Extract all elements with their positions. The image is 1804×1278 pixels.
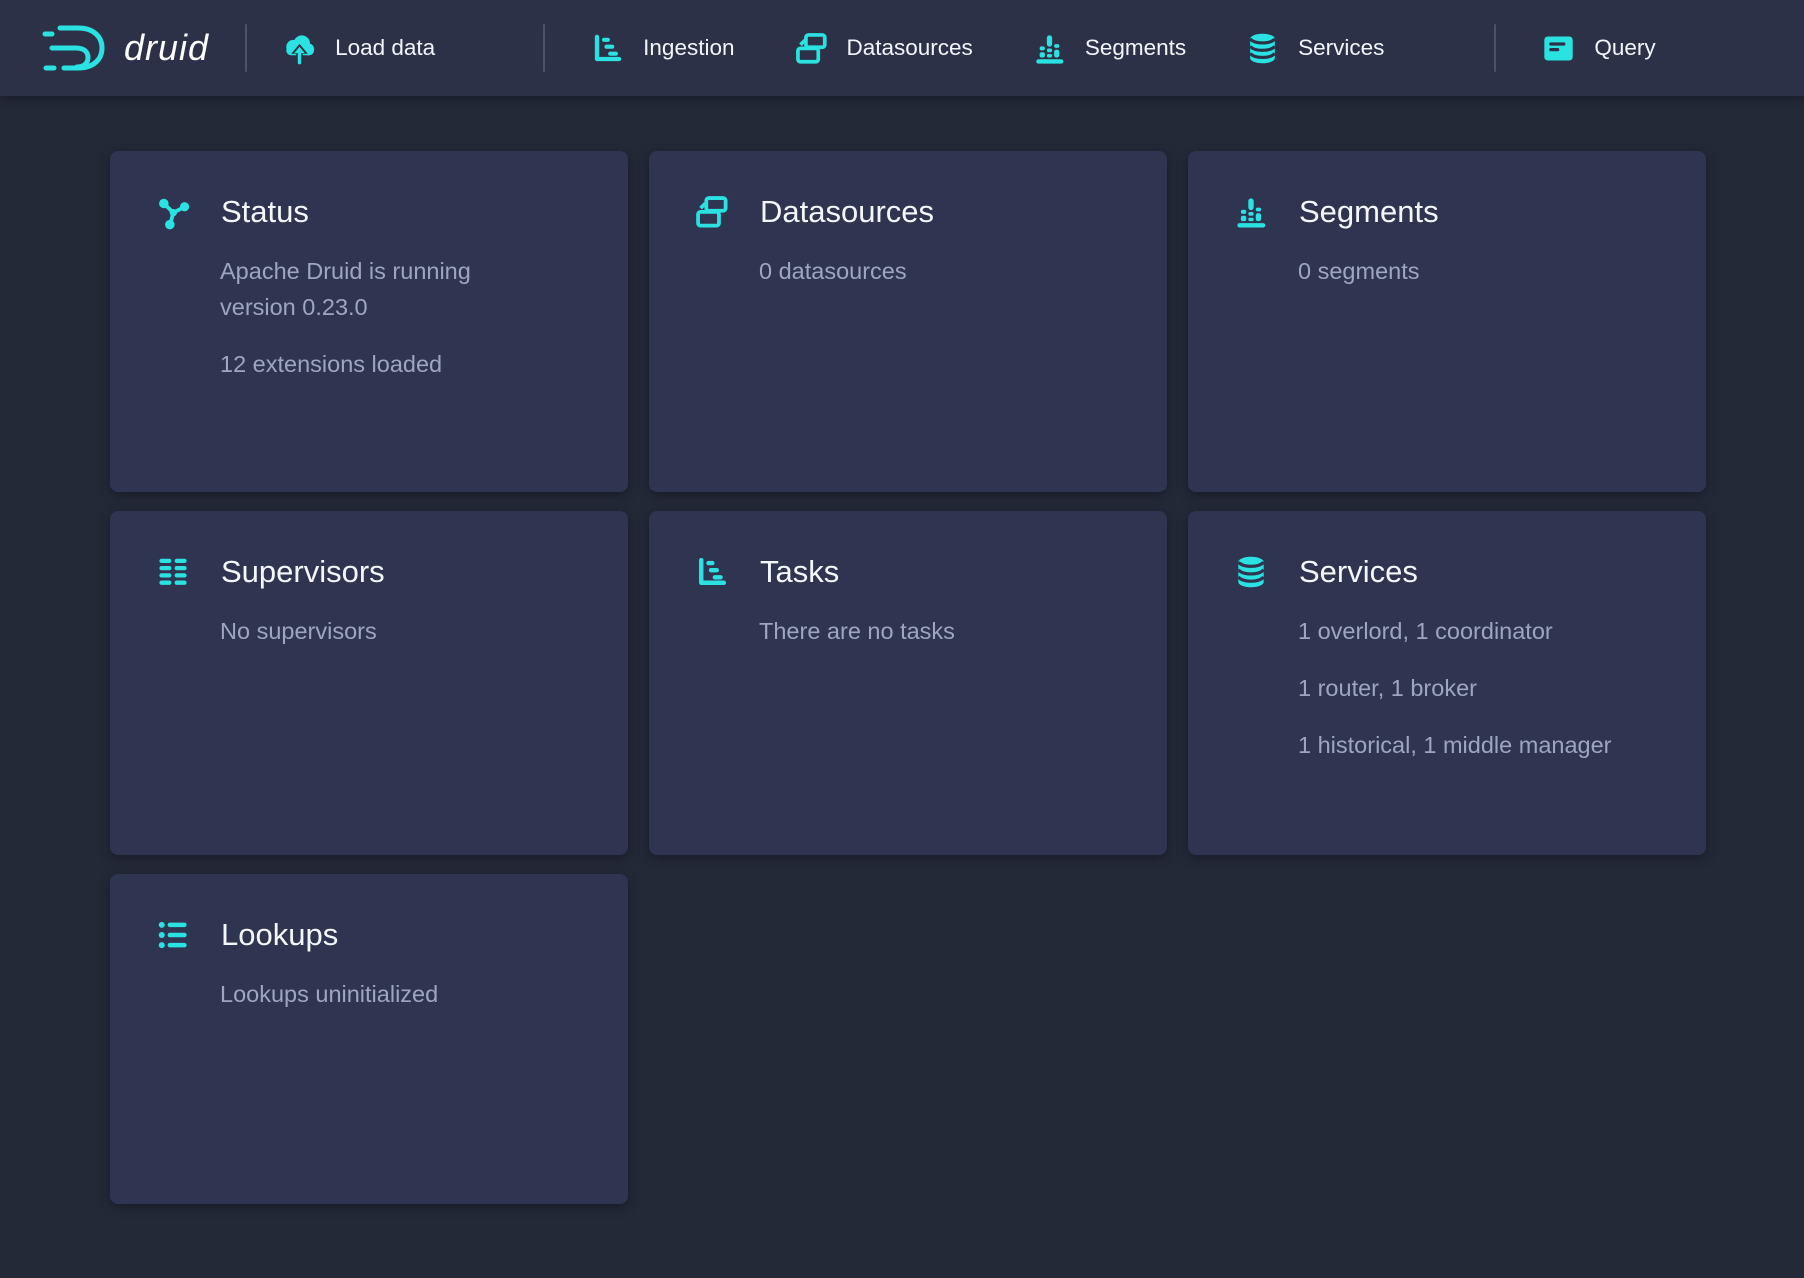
home-view: Status Apache Druid is runningversion 0.… (0, 96, 1804, 1204)
brand-name: druid (124, 27, 211, 69)
database-icon (1244, 30, 1281, 67)
gantt-chart-icon (693, 553, 731, 591)
druid-brand[interactable]: druid (40, 20, 211, 76)
nav-item-label: Services (1298, 35, 1384, 61)
segments-card[interactable]: Segments 0 segments (1188, 151, 1706, 492)
nav-item-label: Query (1594, 35, 1655, 61)
lookups-status-text: Lookups uninitialized (220, 976, 588, 1012)
card-title: Supervisors (221, 554, 385, 590)
nav-divider (1494, 24, 1496, 72)
datasources-card[interactable]: Datasources 0 datasources (649, 151, 1167, 492)
card-title: Datasources (760, 194, 934, 230)
card-title: Services (1299, 554, 1418, 590)
graph-icon (154, 193, 192, 231)
tasks-status-text: There are no tasks (759, 613, 1127, 649)
nav-item-ingestion[interactable]: Ingestion (589, 30, 734, 67)
nav-item-label: Datasources (847, 35, 973, 61)
console-icon (1540, 30, 1577, 67)
nav-item-datasources[interactable]: Datasources (793, 30, 973, 67)
card-title: Lookups (221, 917, 338, 953)
bulleted-list-icon (154, 916, 192, 954)
datasources-count-text: 0 datasources (759, 253, 1127, 289)
services-line: 1 overlord, 1 coordinator (1298, 613, 1666, 649)
list-columns-icon (154, 553, 192, 591)
lookups-card[interactable]: Lookups Lookups uninitialized (110, 874, 628, 1204)
services-line: 1 router, 1 broker (1298, 670, 1666, 706)
card-title: Status (221, 194, 309, 230)
gantt-chart-icon (589, 30, 626, 67)
status-card[interactable]: Status Apache Druid is runningversion 0.… (110, 151, 628, 492)
nav-item-label: Segments (1085, 35, 1186, 61)
nav-item-label: Load data (335, 35, 435, 61)
nav-item-services[interactable]: Services (1244, 30, 1384, 67)
nav-item-load-data[interactable]: Load data (281, 30, 435, 67)
nav-divider (245, 24, 247, 72)
multi-select-icon (793, 30, 830, 67)
database-icon (1232, 553, 1270, 591)
stacked-chart-icon (1232, 193, 1270, 231)
supervisors-card[interactable]: Supervisors No supervisors (110, 511, 628, 855)
card-title: Segments (1299, 194, 1439, 230)
services-card[interactable]: Services 1 overlord, 1 coordinator 1 rou… (1188, 511, 1706, 855)
cloud-upload-icon (281, 30, 318, 67)
druid-logo-icon (40, 20, 110, 76)
status-running-text: Apache Druid is runningversion 0.23.0 (220, 253, 588, 325)
multi-select-icon (693, 193, 731, 231)
top-navbar: druid Load data (0, 0, 1804, 96)
status-extensions-text: 12 extensions loaded (220, 346, 588, 382)
tasks-card[interactable]: Tasks There are no tasks (649, 511, 1167, 855)
card-title: Tasks (760, 554, 839, 590)
nav-divider (543, 24, 545, 72)
nav-item-label: Ingestion (643, 35, 734, 61)
nav-item-segments[interactable]: Segments (1031, 30, 1186, 67)
stacked-chart-icon (1031, 30, 1068, 67)
segments-count-text: 0 segments (1298, 253, 1666, 289)
supervisors-status-text: No supervisors (220, 613, 588, 649)
services-line: 1 historical, 1 middle manager (1298, 727, 1666, 763)
nav-item-query[interactable]: Query (1540, 30, 1655, 67)
